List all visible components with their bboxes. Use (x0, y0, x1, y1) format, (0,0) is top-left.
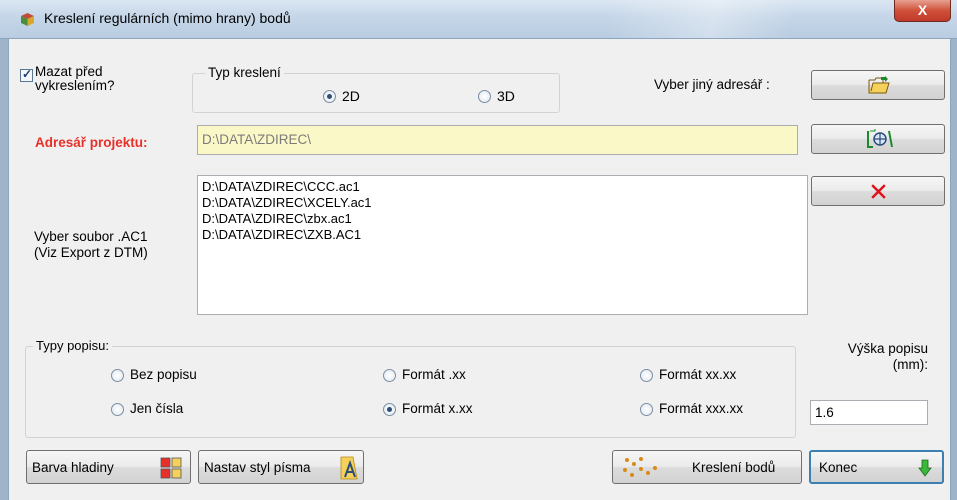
radio-format-xx-xx-label: Formát xx.xx (659, 367, 737, 382)
delete-file-button[interactable] (811, 176, 945, 206)
label-types-group (25, 346, 796, 438)
radio-3d[interactable] (478, 90, 491, 103)
close-button[interactable]: X (894, 0, 951, 22)
label-height-label-line1: Výška popisu (847, 341, 928, 356)
erase-before-checkbox[interactable]: ✓ (20, 67, 33, 82)
locate-directory-button[interactable] (811, 124, 945, 154)
app-icon (21, 13, 34, 26)
font-style-icon (340, 456, 358, 480)
draw-points-label: Kreslení bodů (692, 460, 776, 475)
font-style-button[interactable]: Nastav styl písma (198, 450, 364, 484)
radio-bez-popisu[interactable] (111, 369, 124, 382)
radio-bez-popisu-label: Bez popisu (130, 367, 197, 382)
font-style-label: Nastav styl písma (204, 460, 311, 475)
radio-jen-cisla[interactable] (111, 403, 124, 416)
label-types-legend: Typy popisu: (33, 338, 112, 353)
label-height-label: Výška popisu (mm): (806, 341, 928, 373)
list-item[interactable]: D:\DATA\ZDIREC\ZXB.AC1 (202, 227, 807, 243)
project-directory-label: Adresář projektu: (35, 135, 148, 150)
title-bar[interactable]: Kreslení regulárních (mimo hrany) bodů X (0, 0, 957, 39)
choose-directory-button[interactable] (811, 70, 945, 100)
file-list-label-line2: (Viz Export z DTM) (34, 245, 148, 260)
draw-type-legend: Typ kreslení (205, 65, 284, 80)
radio-format-xxx-xx[interactable] (640, 403, 653, 416)
file-listbox[interactable]: D:\DATA\ZDIREC\CCC.ac1 D:\DATA\ZDIREC\XC… (197, 175, 808, 315)
file-list-label-line1: Vyber soubor .AC1 (34, 229, 148, 244)
dialog-client: ✓ Mazat před vykreslením? Typ kreslení 2… (8, 39, 951, 500)
open-folder-icon (868, 76, 890, 94)
list-item[interactable]: D:\DATA\ZDIREC\XCELY.ac1 (202, 195, 807, 211)
color-palette-icon (160, 457, 182, 479)
checkmark-icon: ✓ (22, 67, 33, 81)
radio-3d-label: 3D (497, 88, 515, 104)
locate-folder-icon (867, 129, 893, 148)
window-title: Kreslení regulárních (mimo hrany) bodů (44, 10, 291, 26)
label-height-label-line2: (mm): (892, 357, 928, 372)
layer-color-button[interactable]: Barva hladiny (26, 450, 191, 484)
choose-directory-label: Vyber jiný adresář : (654, 77, 770, 92)
list-item[interactable]: D:\DATA\ZDIREC\CCC.ac1 (202, 179, 807, 195)
exit-arrow-icon (918, 459, 932, 477)
list-item[interactable]: D:\DATA\ZDIREC\zbx.ac1 (202, 211, 807, 227)
layer-color-label: Barva hladiny (32, 460, 114, 475)
radio-format-x-xx[interactable] (383, 403, 396, 416)
title-decoration (610, 0, 870, 38)
end-button[interactable]: Konec (809, 450, 944, 484)
radio-2d-label: 2D (342, 88, 360, 104)
radio-jen-cisla-label: Jen čísla (130, 401, 184, 416)
points-icon (623, 457, 657, 477)
file-list-label: Vyber soubor .AC1 (Viz Export z DTM) (34, 229, 148, 261)
radio-format-xx[interactable] (383, 369, 396, 382)
radio-2d[interactable] (323, 90, 336, 103)
project-directory-field[interactable]: D:\DATA\ZDIREC\ (197, 125, 798, 155)
label-height-input[interactable]: 1.6 (810, 400, 928, 425)
draw-points-button[interactable]: Kreslení bodů (612, 450, 802, 484)
end-label: Konec (819, 460, 858, 475)
radio-format-xx-label: Formát .xx (402, 367, 466, 382)
radio-format-x-xx-label: Formát x.xx (402, 401, 473, 416)
radio-format-xxx-xx-label: Formát xxx.xx (659, 401, 744, 416)
erase-before-label: Mazat před vykreslením? (35, 64, 115, 93)
radio-format-xx-xx[interactable] (640, 369, 653, 382)
delete-x-icon (871, 184, 886, 199)
